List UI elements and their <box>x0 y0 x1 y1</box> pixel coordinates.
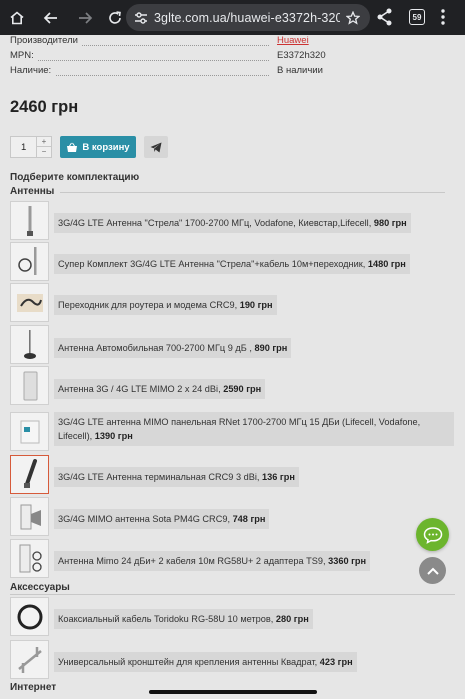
basket-icon <box>67 142 78 152</box>
telegram-button[interactable] <box>144 136 168 158</box>
product-thumbnail[interactable] <box>10 497 49 536</box>
mimo-kit-icon <box>19 544 42 572</box>
product-thumbnail[interactable] <box>10 412 49 451</box>
home-icon <box>10 10 24 24</box>
menu-icon <box>441 9 445 25</box>
back-icon <box>43 11 57 24</box>
chat-button[interactable] <box>416 518 449 551</box>
spec-label: MPN: <box>10 50 38 61</box>
add-to-cart-label: В корзину <box>82 141 130 153</box>
product-thumbnail[interactable] <box>10 539 49 578</box>
item-price: 1390 грн <box>94 431 133 441</box>
item-price: 980 грн <box>373 218 407 228</box>
sota-antenna-icon <box>20 504 41 529</box>
product-thumbnail[interactable] <box>10 201 49 240</box>
item-name: Антенна Автомобильная 700-2700 МГц 9 дБ … <box>58 343 252 353</box>
item-name: Универсальный кронштейн для крепления ан… <box>58 657 318 667</box>
quantity-input[interactable]: 1 <box>21 142 26 153</box>
forward-icon <box>79 11 93 24</box>
item-price: 748 грн <box>232 514 266 524</box>
quantity-increase-button[interactable]: + <box>37 137 51 147</box>
item-price: 280 грн <box>275 614 309 624</box>
product-thumbnail[interactable] <box>10 597 49 636</box>
item-name: 3G/4G LTE Антенна "Стрела" 1700-2700 МГц… <box>58 218 372 228</box>
star-icon <box>346 10 360 25</box>
chat-icon <box>423 526 442 544</box>
item-price: 136 грн <box>262 472 295 482</box>
quantity-decrease-button[interactable]: − <box>37 147 51 157</box>
mimo-panel-icon <box>20 420 39 443</box>
product-thumbnail[interactable] <box>10 366 49 405</box>
spec-row-manufacturer: Производители Huawei <box>10 35 455 49</box>
item-name: 3G/4G LTE Антенна терминальная CRC9 3 dB… <box>58 472 260 482</box>
cable-coil-icon <box>17 604 42 629</box>
scroll-to-top-button[interactable] <box>419 557 446 584</box>
share-icon <box>377 8 392 26</box>
site-settings-icon <box>135 11 147 24</box>
product-price: 2460 грн <box>10 98 79 116</box>
panel-antenna-icon <box>23 371 37 400</box>
spec-row-availability: Наличие: В наличии <box>10 65 455 79</box>
category-accessories: Аксессуары <box>10 582 70 593</box>
spec-value: E3372h320 <box>277 50 326 61</box>
product-thumbnail[interactable] <box>10 283 49 322</box>
antenna-kit-icon <box>17 246 36 275</box>
browser-toolbar: 3glte.com.ua/huawei-e3372h-320- 59 <box>0 0 465 35</box>
item-price: 190 грн <box>239 300 273 310</box>
quantity-stepper[interactable]: 1 + − <box>10 136 52 158</box>
bundle-title: Подберите комплектацию <box>10 172 140 183</box>
bracket-icon <box>17 646 42 673</box>
item-name: Антенна Mimo 24 дБи+ 2 кабеля 10м RG58U+… <box>58 556 326 566</box>
site-settings-button[interactable] <box>128 11 154 25</box>
forward-button[interactable] <box>70 0 100 35</box>
reload-icon <box>109 10 121 24</box>
spec-label: Производители <box>10 35 82 46</box>
item-name: 3G/4G MIMO антенна Sota PM4G CRC9, <box>58 514 230 524</box>
product-thumbnail[interactable] <box>10 242 49 281</box>
product-thumbnail[interactable] <box>10 640 49 679</box>
category-internet: Интернет <box>10 682 57 693</box>
terminal-antenna-icon <box>23 458 37 488</box>
whip-antenna-icon <box>26 205 33 236</box>
chevron-up-icon <box>426 567 439 575</box>
menu-button[interactable] <box>440 8 446 26</box>
page-content: Производители Huawei MPN: E3372h320 Нали… <box>0 35 465 699</box>
url-text[interactable]: 3glte.com.ua/huawei-e3372h-320- <box>154 11 340 25</box>
item-name: Переходник для роутера и модема CRC9, <box>58 300 238 310</box>
spec-value: В наличии <box>277 65 323 76</box>
item-name: Антенна 3G / 4G LTE MIMO 2 x 24 dBi, <box>58 384 221 394</box>
item-name: Коаксиальный кабель Toridoku RG-58U 10 м… <box>58 614 274 624</box>
spec-row-mpn: MPN: E3372h320 <box>10 50 455 64</box>
item-name: Супер Комплект 3G/4G LTE Антенна "Стрела… <box>58 259 366 269</box>
product-thumbnail[interactable] <box>10 325 49 364</box>
item-price: 890 грн <box>254 343 288 353</box>
item-price: 3360 грн <box>328 556 367 566</box>
item-price: 2590 грн <box>223 384 262 394</box>
adapter-cable-icon <box>16 293 43 312</box>
manufacturer-link[interactable]: Huawei <box>277 35 309 46</box>
telegram-icon <box>150 142 162 152</box>
add-to-cart-button[interactable]: В корзину <box>60 136 136 158</box>
car-antenna-icon <box>23 329 36 359</box>
item-price: 423 грн <box>319 657 353 667</box>
bookmark-button[interactable] <box>340 10 366 25</box>
back-button[interactable] <box>36 0 66 35</box>
share-button[interactable] <box>376 7 394 27</box>
home-button[interactable] <box>2 0 32 35</box>
category-antennas-label: Антенны <box>10 186 55 197</box>
address-bar[interactable]: 3glte.com.ua/huawei-e3372h-320- <box>126 4 370 31</box>
tabs-button[interactable]: 59 <box>409 9 425 25</box>
tab-count: 59 <box>412 12 422 22</box>
item-price: 1480 грн <box>367 259 406 269</box>
spec-label: Наличие: <box>10 65 56 76</box>
gesture-bar[interactable] <box>149 690 317 694</box>
product-thumbnail[interactable] <box>10 455 49 494</box>
category-antennas: Антенны <box>10 186 455 197</box>
